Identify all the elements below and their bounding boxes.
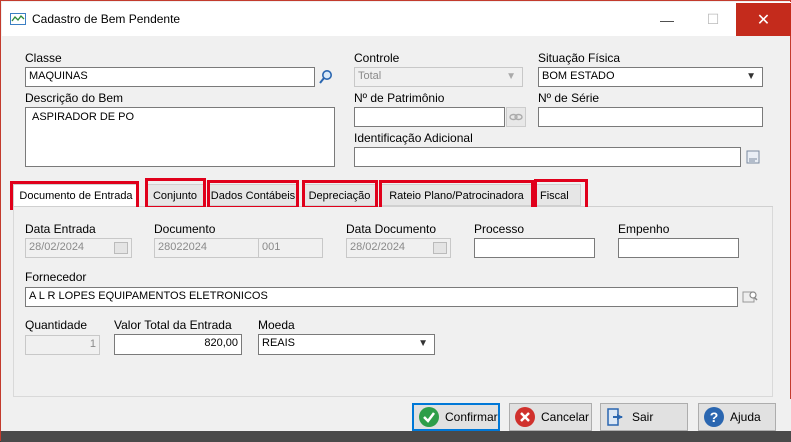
tab-conjunto[interactable]: Conjunto (146, 184, 204, 206)
minimize-button[interactable]: — (644, 3, 690, 36)
processo-input[interactable] (474, 238, 595, 258)
link-icon[interactable] (506, 107, 526, 127)
identificacao-input[interactable] (354, 147, 741, 167)
svg-text:?: ? (710, 409, 719, 425)
controle-label: Controle (354, 51, 400, 65)
serie-input[interactable] (538, 107, 763, 127)
moeda-select[interactable]: REAIS ▼ (258, 334, 435, 355)
dialog-window: Cadastro de Bem Pendente — ☐ ✕ Classe MA… (0, 0, 791, 442)
descricao-textarea[interactable]: ASPIRADOR DE PO (25, 107, 335, 167)
data-entrada-value: 28/02/2024 (29, 241, 85, 253)
sair-button[interactable]: Sair (600, 403, 688, 431)
background-strip (1, 431, 791, 442)
valor-label: Valor Total da Entrada (114, 318, 232, 332)
documento-input: 28022024 (154, 238, 259, 258)
cancelar-label: Cancelar (541, 410, 590, 424)
cancelar-button[interactable]: Cancelar (509, 403, 592, 431)
window-title: Cadastro de Bem Pendente (32, 12, 181, 26)
documento-serie-input: 001 (258, 238, 323, 258)
empenho-input[interactable] (618, 238, 739, 258)
app-icon (10, 13, 26, 25)
cancel-icon (515, 407, 535, 427)
classe-input[interactable]: MAQUINAS (25, 67, 315, 87)
moeda-label: Moeda (258, 318, 295, 332)
fornecedor-input[interactable]: A L R LOPES EQUIPAMENTOS ELETRONICOS (25, 287, 738, 307)
sair-label: Sair (632, 410, 654, 424)
data-documento-label: Data Documento (346, 222, 437, 236)
empenho-label: Empenho (618, 222, 670, 236)
tab-fiscal[interactable]: Fiscal (536, 184, 581, 206)
calendar-icon (433, 242, 447, 254)
data-documento-value: 28/02/2024 (350, 241, 406, 253)
quantidade-label: Quantidade (25, 318, 88, 332)
help-icon: ? (704, 407, 724, 427)
descricao-label: Descrição do Bem (25, 91, 124, 105)
controle-value: Total (358, 70, 382, 82)
tab-documento-entrada[interactable]: Documento de Entrada (13, 184, 139, 208)
serie-label: Nº de Série (538, 91, 600, 105)
data-documento-input: 28/02/2024 (346, 238, 451, 258)
check-icon (419, 407, 439, 427)
calendar-icon (114, 242, 128, 254)
ajuda-button[interactable]: ? Ajuda (698, 403, 776, 431)
classe-label: Classe (25, 51, 62, 65)
fornecedor-label: Fornecedor (25, 270, 87, 284)
ajuda-label: Ajuda (730, 410, 761, 424)
title-bar: Cadastro de Bem Pendente — ☐ ✕ (2, 2, 791, 36)
patrimonio-label: Nº de Patrimônio (354, 91, 445, 105)
exit-icon (607, 408, 623, 426)
controle-select: Total ▼ (354, 67, 523, 87)
patrimonio-input[interactable] (354, 107, 505, 127)
documento-label: Documento (154, 222, 216, 236)
close-button[interactable]: ✕ (736, 3, 791, 36)
situacao-select[interactable]: BOM ESTADO ▼ (538, 67, 763, 87)
search-icon[interactable] (316, 67, 336, 87)
lookup-icon[interactable] (740, 287, 760, 307)
chevron-down-icon: ▼ (418, 338, 428, 349)
situacao-label: Situação Física (538, 51, 621, 65)
valor-input[interactable]: 820,00 (114, 334, 242, 355)
chevron-down-icon: ▼ (506, 71, 516, 82)
chevron-down-icon: ▼ (746, 71, 756, 82)
confirmar-button[interactable]: Confirmar (412, 403, 500, 431)
data-entrada-input: 28/02/2024 (25, 238, 132, 258)
identificacao-label: Identificação Adicional (354, 131, 473, 145)
maximize-button[interactable]: ☐ (690, 3, 736, 36)
quantidade-input: 1 (25, 335, 100, 355)
tab-dados-contabeis[interactable]: Dados Contábeis (208, 184, 298, 206)
confirmar-label: Confirmar (445, 410, 498, 424)
note-icon[interactable] (743, 147, 763, 167)
data-entrada-label: Data Entrada (25, 222, 96, 236)
tab-rateio[interactable]: Rateio Plano/Patrocinadora (381, 184, 532, 206)
processo-label: Processo (474, 222, 525, 236)
moeda-value: REAIS (262, 337, 296, 349)
situacao-value: BOM ESTADO (542, 70, 615, 82)
tab-depreciacao[interactable]: Depreciação (302, 184, 377, 206)
